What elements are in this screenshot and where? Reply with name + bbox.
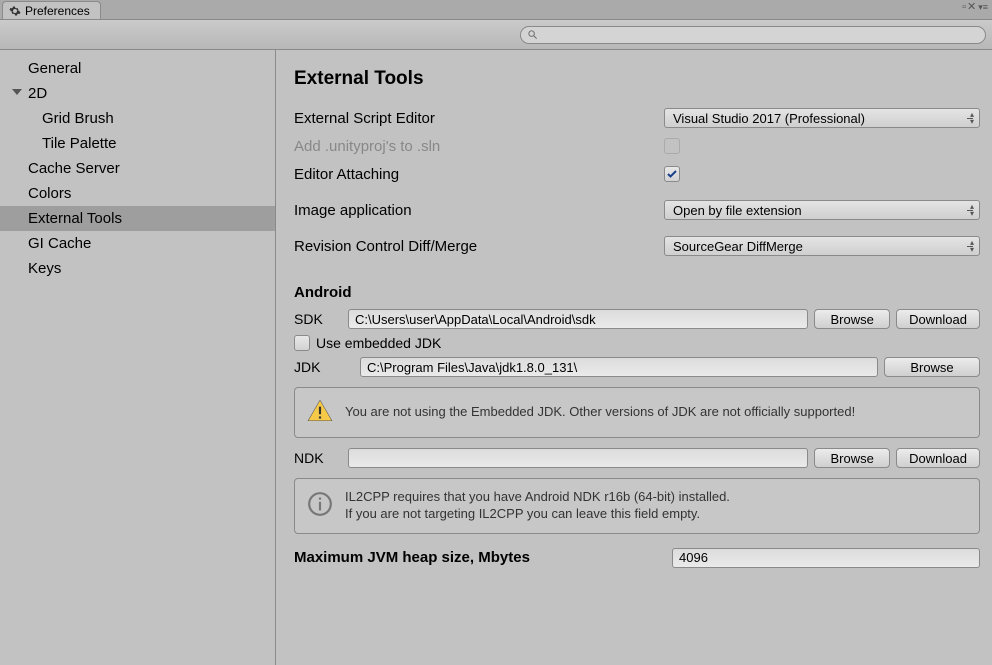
editor-attaching-checkbox[interactable]	[664, 166, 680, 182]
sidebar-item-cache-server[interactable]: Cache Server	[0, 156, 275, 181]
sidebar-item-grid-brush[interactable]: Grid Brush	[0, 106, 275, 131]
ndk-browse-button[interactable]: Browse	[814, 448, 890, 468]
sidebar-item-keys[interactable]: Keys	[0, 256, 275, 281]
search-field[interactable]	[520, 26, 986, 44]
sdk-browse-button[interactable]: Browse	[814, 309, 890, 329]
use-embedded-jdk-label: Use embedded JDK	[316, 335, 441, 351]
sidebar-item-general[interactable]: General	[0, 56, 275, 81]
sidebar-item-colors[interactable]: Colors	[0, 181, 275, 206]
warning-icon	[307, 398, 333, 427]
ndk-info-box: IL2CPP requires that you have Android ND…	[294, 478, 980, 534]
sidebar: General 2D Grid Brush Tile Palette Cache…	[0, 50, 276, 665]
sidebar-item-tile-palette[interactable]: Tile Palette	[0, 131, 275, 156]
toolbar	[0, 20, 992, 50]
body: General 2D Grid Brush Tile Palette Cache…	[0, 50, 992, 665]
jdk-input[interactable]	[360, 357, 878, 377]
chevron-updown-icon: ▴▾	[970, 111, 974, 125]
search-input[interactable]	[538, 29, 979, 41]
jdk-label: JDK	[294, 359, 354, 375]
close-icon[interactable]: ✕	[967, 2, 976, 12]
jdk-browse-button[interactable]: Browse	[884, 357, 980, 377]
preferences-window: Preferences ▫ ✕ ▾≡ General 2D Grid Brush…	[0, 0, 992, 665]
ext-script-editor-label: External Script Editor	[294, 110, 664, 127]
search-icon	[527, 29, 538, 40]
ndk-info-text: IL2CPP requires that you have Android ND…	[345, 489, 967, 523]
add-unityproj-checkbox	[664, 138, 680, 154]
ndk-download-button[interactable]: Download	[896, 448, 980, 468]
rev-control-dropdown[interactable]: SourceGear DiffMerge ▴▾	[664, 236, 980, 256]
ext-script-editor-value: Visual Studio 2017 (Professional)	[673, 111, 865, 126]
heap-label: Maximum JVM heap size, Mbytes	[294, 549, 664, 566]
use-embedded-jdk-checkbox[interactable]	[294, 335, 310, 351]
chevron-updown-icon: ▴▾	[970, 203, 974, 217]
window-controls: ▫ ✕ ▾≡	[962, 2, 988, 12]
tab-bar: Preferences ▫ ✕ ▾≡	[0, 0, 992, 20]
heap-input[interactable]	[672, 548, 980, 568]
sidebar-item-2d[interactable]: 2D	[0, 81, 275, 106]
jdk-warning-text: You are not using the Embedded JDK. Othe…	[345, 404, 967, 421]
add-unityproj-label: Add .unityproj's to .sln	[294, 138, 664, 155]
check-icon	[666, 168, 678, 180]
main-content: External Tools External Script Editor Vi…	[276, 50, 992, 665]
ext-script-editor-dropdown[interactable]: Visual Studio 2017 (Professional) ▴▾	[664, 108, 980, 128]
sdk-download-button[interactable]: Download	[896, 309, 980, 329]
chevron-updown-icon: ▴▾	[970, 239, 974, 253]
sdk-input[interactable]	[348, 309, 808, 329]
menu-icon[interactable]: ▾≡	[978, 2, 988, 12]
page-title: External Tools	[294, 68, 980, 90]
ndk-label: NDK	[294, 450, 342, 466]
android-header: Android	[294, 284, 980, 301]
ndk-input[interactable]	[348, 448, 808, 468]
info-icon	[307, 491, 333, 520]
jdk-warning-box: You are not using the Embedded JDK. Othe…	[294, 387, 980, 438]
rev-control-value: SourceGear DiffMerge	[673, 239, 803, 254]
editor-attaching-label: Editor Attaching	[294, 166, 664, 183]
rev-control-label: Revision Control Diff/Merge	[294, 238, 664, 255]
dock-icon[interactable]: ▫	[962, 2, 965, 12]
image-app-value: Open by file extension	[673, 203, 802, 218]
tab-preferences[interactable]: Preferences	[2, 1, 101, 19]
sdk-label: SDK	[294, 311, 342, 327]
image-app-label: Image application	[294, 202, 664, 219]
sidebar-item-external-tools[interactable]: External Tools	[0, 206, 275, 231]
sidebar-item-gi-cache[interactable]: GI Cache	[0, 231, 275, 256]
gear-icon	[9, 5, 21, 17]
tab-label: Preferences	[25, 4, 90, 18]
image-app-dropdown[interactable]: Open by file extension ▴▾	[664, 200, 980, 220]
